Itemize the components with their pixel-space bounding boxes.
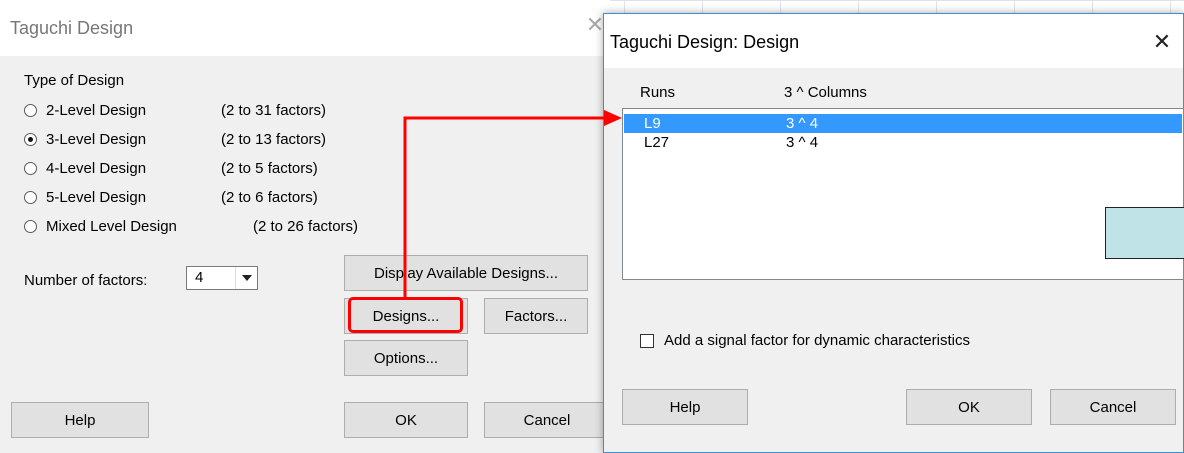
factor-range: (2 to 5 factors) — [221, 159, 318, 177]
dialog-title: Taguchi Design: Design — [610, 32, 800, 52]
factors-button[interactable]: Factors... — [484, 298, 588, 334]
runs-cell: L27 — [644, 134, 670, 151]
columns-cell: 3 ^ 4 — [786, 134, 819, 151]
options-button[interactable]: Options... — [344, 340, 468, 376]
radio-button[interactable] — [24, 161, 37, 175]
column-header-columns: 3 ^ Columns — [784, 84, 867, 101]
radio-5-level[interactable]: 5-Level Design (2 to 6 factors) — [24, 186, 318, 208]
radio-3-level[interactable]: 3-Level Design (2 to 13 factors) — [24, 128, 326, 150]
signal-factor-checkbox-row[interactable]: Add a signal factor for dynamic characte… — [640, 332, 970, 349]
cancel-button[interactable]: Cancel — [1050, 389, 1176, 425]
radio-2-level[interactable]: 2-Level Design (2 to 31 factors) — [24, 99, 326, 121]
radio-button[interactable] — [24, 103, 37, 117]
help-button[interactable]: Help — [622, 389, 748, 425]
designs-button-highlight — [348, 297, 463, 333]
title-bar: Taguchi Design ✕ — [0, 0, 610, 56]
signal-factor-label: Add a signal factor for dynamic characte… — [664, 332, 970, 349]
runs-cell: L9 — [644, 115, 661, 132]
column-header-runs: Runs — [640, 84, 676, 101]
number-of-factors-select[interactable]: 4 — [186, 266, 258, 290]
factor-range: (2 to 13 factors) — [221, 130, 327, 148]
list-item-selected[interactable]: L9 3 ^ 4 — [624, 114, 1182, 133]
type-of-design-label: Type of Design — [24, 72, 125, 89]
columns-cell: 3 ^ 4 — [786, 115, 819, 132]
factor-range: (2 to 31 factors) — [221, 101, 327, 119]
factor-range: (2 to 26 factors) — [253, 217, 359, 235]
ok-button[interactable]: OK — [906, 389, 1032, 425]
display-available-designs-button[interactable]: Display Available Designs... — [344, 255, 588, 291]
radio-label: 5-Level Design — [46, 188, 147, 206]
radio-button[interactable] — [24, 219, 37, 233]
radio-button[interactable] — [24, 190, 37, 204]
number-of-factors-value: 4 — [195, 269, 204, 286]
number-of-factors-label: Number of factors: — [24, 272, 148, 289]
signal-factor-checkbox[interactable] — [640, 333, 654, 348]
chevron-down-icon[interactable] — [235, 267, 257, 289]
dialog-title: Taguchi Design — [10, 18, 134, 38]
factor-range: (2 to 6 factors) — [221, 188, 318, 206]
taguchi-design-design-dialog: Taguchi Design: Design ✕ Runs 3 ^ Column… — [603, 13, 1184, 453]
radio-button-selected[interactable] — [24, 132, 37, 146]
radio-label: 3-Level Design — [46, 130, 147, 148]
list-item[interactable]: L27 3 ^ 4 — [624, 133, 1182, 152]
close-icon[interactable]: ✕ — [1148, 28, 1176, 56]
taguchi-design-dialog: Taguchi Design ✕ Type of Design 2-Level … — [0, 0, 610, 453]
cancel-button[interactable]: Cancel — [484, 402, 610, 438]
radio-label: 2-Level Design — [46, 101, 147, 119]
design-list[interactable]: L9 3 ^ 4 L27 3 ^ 4 — [622, 108, 1184, 280]
help-button[interactable]: Help — [11, 402, 149, 438]
radio-label: Mixed Level Design — [46, 217, 177, 235]
overlay-shape — [1105, 207, 1184, 259]
radio-4-level[interactable]: 4-Level Design (2 to 5 factors) — [24, 157, 318, 179]
radio-label: 4-Level Design — [46, 159, 147, 177]
title-bar: Taguchi Design: Design ✕ — [604, 14, 1183, 68]
ok-button[interactable]: OK — [344, 402, 468, 438]
radio-mixed-level[interactable]: Mixed Level Design (2 to 26 factors) — [24, 215, 358, 237]
